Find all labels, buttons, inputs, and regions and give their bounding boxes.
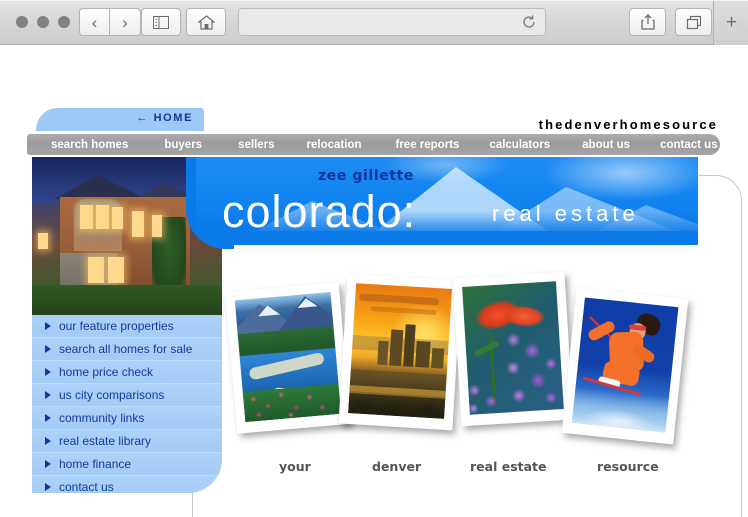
photo-caption-real-estate: real estate [470, 459, 547, 474]
nav-items: search homes buyers sellers relocation f… [27, 134, 720, 155]
sidebar-item-label: real estate library [59, 434, 152, 448]
nav-item-sellers[interactable]: sellers [238, 139, 274, 151]
snow-cap [296, 297, 318, 308]
window-controls [16, 16, 70, 28]
browser-window: ‹ › + ← HOME thedenverhomesource search … [0, 0, 748, 517]
home-tab[interactable]: ← HOME [36, 108, 204, 131]
building-shape [377, 340, 389, 366]
nav-item-relocation[interactable]: relocation [307, 139, 362, 151]
nav-item-about-us[interactable]: about us [582, 139, 630, 151]
nav-item-search-homes[interactable]: search homes [51, 139, 128, 151]
lupine-cluster [463, 376, 511, 415]
zoom-window-button[interactable] [58, 16, 70, 28]
sidebar-item-home-price-check[interactable]: home price check [32, 361, 222, 384]
building-shape [389, 329, 404, 367]
lit-window [38, 233, 48, 249]
tree-line [348, 390, 446, 419]
photo-card-real-estate[interactable] [452, 271, 574, 427]
agent-name: zee gillette [318, 168, 415, 184]
tabs-icon [686, 15, 701, 29]
site-brand: thedenverhomesource [538, 117, 718, 132]
browser-toolbar: ‹ › + [0, 0, 748, 45]
sidebar-item-label: home finance [59, 457, 132, 471]
main-navigation: search homes buyers sellers relocation f… [27, 134, 720, 155]
home-icon [197, 14, 215, 30]
triangle-right-icon [45, 345, 51, 353]
address-bar[interactable] [238, 8, 546, 36]
page-content: ← HOME thedenverhomesource search homes … [0, 45, 748, 517]
wildflower-photo [462, 281, 564, 415]
banner-title: colorado: [222, 186, 417, 237]
nav-item-buyers[interactable]: buyers [164, 139, 202, 151]
photo-caption-your: your [279, 459, 311, 474]
sidebar-item-contact-us[interactable]: contact us [32, 476, 222, 493]
snow-cap [257, 304, 281, 317]
skier-photo [571, 297, 679, 433]
triangle-right-icon [45, 391, 51, 399]
website-body: ← HOME thedenverhomesource search homes … [0, 45, 748, 517]
photo-collage [225, 267, 695, 467]
denver-skyline-photo [348, 283, 452, 419]
lit-window [152, 215, 162, 237]
minimize-window-button[interactable] [37, 16, 49, 28]
sidebar-item-real-estate-library[interactable]: real estate library [32, 430, 222, 453]
sidebar-item-our-feature-properties[interactable]: our feature properties [32, 315, 222, 338]
photo-card-denver[interactable] [338, 273, 462, 431]
share-button[interactable] [629, 8, 666, 36]
sidebar-item-search-all-homes-for-sale[interactable]: search all homes for sale [32, 338, 222, 361]
photo-card-resource[interactable] [561, 287, 689, 445]
chevron-right-icon: › [122, 12, 128, 32]
banner-subtitle: real estate [492, 201, 639, 226]
forward-button[interactable]: › [110, 8, 141, 36]
share-icon [640, 14, 655, 30]
sidebar-item-label: community links [59, 411, 145, 425]
lit-window [132, 211, 144, 237]
reload-icon[interactable] [521, 14, 537, 30]
back-button[interactable]: ‹ [79, 8, 110, 36]
snow-spray [571, 386, 670, 433]
new-tab-label: + [725, 11, 738, 33]
home-tab-label: ← HOME [136, 112, 193, 124]
show-tabs-button[interactable] [675, 8, 712, 36]
lit-window [80, 205, 93, 229]
home-button[interactable] [186, 8, 226, 36]
sidebar-item-label: us city comparisons [59, 388, 165, 402]
triangle-right-icon [45, 322, 51, 330]
chevron-left-icon: ‹ [91, 12, 98, 32]
sidebar-item-community-links[interactable]: community links [32, 407, 222, 430]
mountain-river-photo [234, 292, 342, 422]
garden-foreground [32, 285, 222, 315]
building-shape [431, 347, 445, 369]
triangle-right-icon [45, 437, 51, 445]
sidebar-item-label: our feature properties [59, 319, 174, 333]
photo-caption-denver: denver [372, 459, 422, 474]
triangle-right-icon [45, 483, 51, 491]
photo-captions: your denver real estate resource [225, 459, 695, 479]
photo-caption-resource: resource [597, 459, 659, 474]
triangle-right-icon [45, 460, 51, 468]
nav-item-contact-us[interactable]: contact us [660, 139, 718, 151]
sidebar-item-label: contact us [59, 480, 114, 493]
new-tab-button[interactable]: + [713, 0, 748, 45]
sidebar-item-label: home price check [59, 365, 154, 379]
triangle-right-icon [45, 368, 51, 376]
hero-banner: zee gillette colorado: real estate [196, 157, 698, 245]
sidebar-toggle-button[interactable] [141, 8, 181, 36]
nav-item-calculators[interactable]: calculators [489, 139, 550, 151]
lit-window [96, 205, 109, 229]
sidebar-item-label: search all homes for sale [59, 342, 193, 356]
photo-card-your[interactable] [225, 282, 351, 434]
building-shape [415, 340, 431, 368]
close-window-button[interactable] [16, 16, 28, 28]
lit-window [112, 207, 123, 229]
lit-window [88, 257, 104, 283]
sidebar-icon [153, 15, 169, 29]
sidebar-menu: our feature properties search all homes … [32, 315, 222, 493]
sidebar-menu-list: our feature properties search all homes … [32, 315, 222, 493]
lit-window [108, 257, 124, 283]
nav-item-free-reports[interactable]: free reports [396, 139, 460, 151]
sidebar-item-home-finance[interactable]: home finance [32, 453, 222, 476]
triangle-right-icon [45, 414, 51, 422]
sidebar-item-us-city-comparisons[interactable]: us city comparisons [32, 384, 222, 407]
